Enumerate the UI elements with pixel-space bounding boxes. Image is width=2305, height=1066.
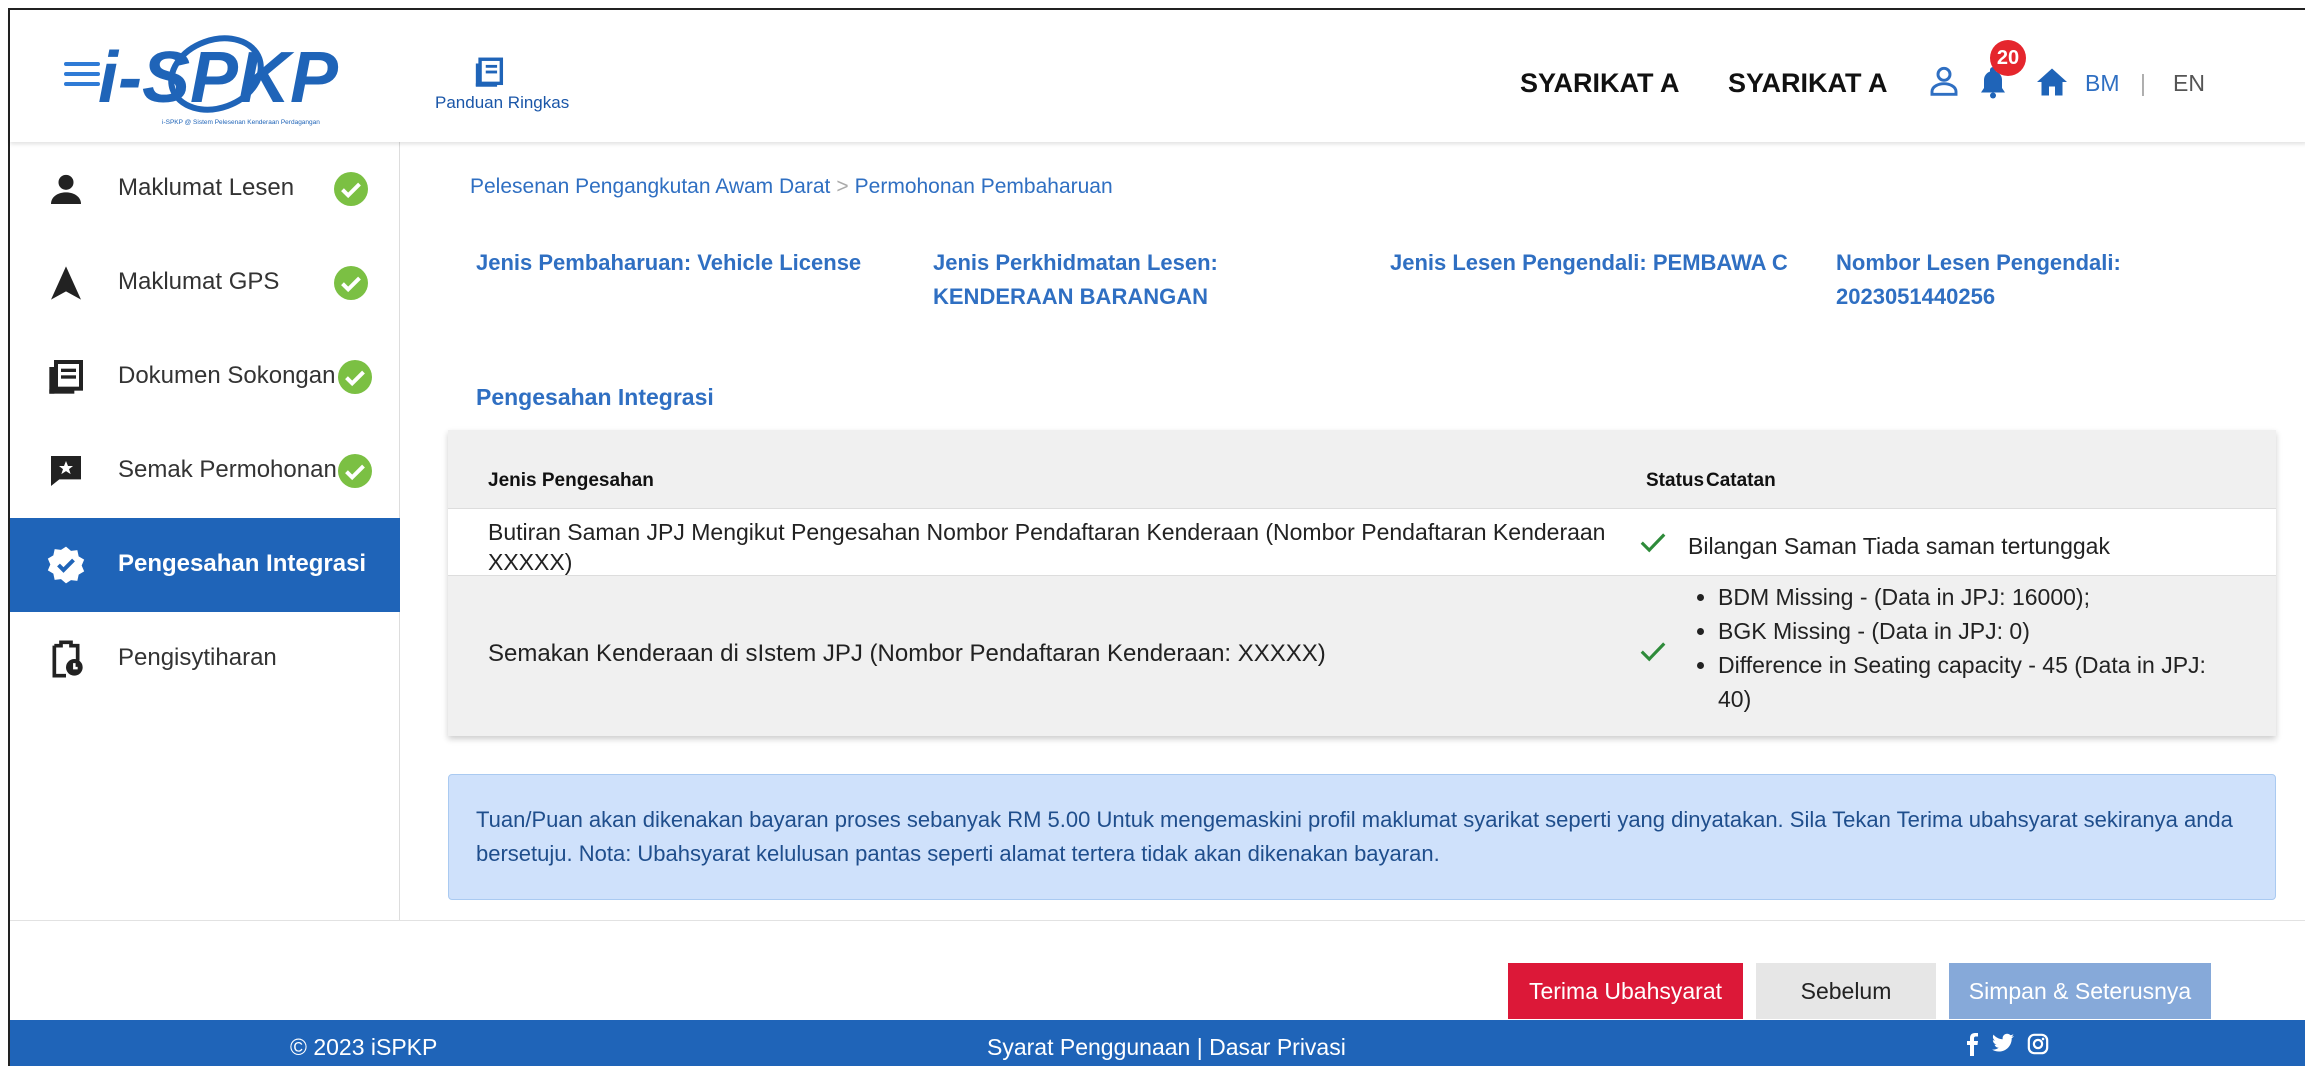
operator-license-number-label: Nombor Lesen Pengendali:	[1836, 250, 2121, 275]
main-content: Pelesenan Pengangkutan Awam Darat > Permoh…	[400, 142, 2305, 920]
notification-badge: 20	[1990, 40, 2026, 76]
service-type-label: Jenis Perkhidmatan Lesen:	[933, 250, 1218, 275]
quick-guide-link[interactable]: Panduan Ringkas	[435, 55, 595, 113]
company-name-1: SYARIKAT A	[1520, 68, 1680, 98]
save-next-button[interactable]: Simpan & Seterusnya	[1949, 963, 2211, 1019]
verified-badge-icon	[47, 546, 85, 584]
column-header-notes: Catatan	[1706, 470, 1776, 491]
lang-separator: |	[2140, 70, 2146, 96]
section-title: Pengesahan Integrasi	[476, 384, 714, 410]
sidebar-item-label: Semak Permohonan	[118, 456, 337, 483]
review-chat-icon	[51, 456, 81, 486]
home-icon[interactable]	[2033, 64, 2071, 100]
action-bar: Terima Ubahsyarat Sebelum Simpan & Seter…	[10, 920, 2305, 1020]
operator-license-type: Jenis Lesen Pengendali: PEMBAWA C	[1390, 250, 1788, 275]
list-item: BGK Missing - (Data in JPJ: 0)	[1718, 614, 2238, 648]
operator-license-number: Nombor Lesen Pengendali: 2023051440256	[1836, 246, 2276, 314]
previous-button[interactable]: Sebelum	[1756, 963, 1936, 1019]
breadcrumb: Pelesenan Pengangkutan Awam Darat > Permoh…	[470, 175, 1113, 199]
user-icon[interactable]	[1928, 64, 1960, 98]
row-notes-text: Bilangan Saman Tiada saman tertunggak	[1688, 533, 2110, 559]
row-type-text: Butiran Saman JPJ Mengikut Pengesahan No…	[488, 519, 1606, 575]
sidebar-item-dokumen-sokongan[interactable]: Dokumen Sokongan	[10, 330, 400, 424]
breadcrumb-separator: >	[836, 175, 849, 198]
service-type: Jenis Perkhidmatan Lesen: KENDERAAN BARA…	[933, 246, 1333, 314]
fee-notice-text: Tuan/Puan akan dikenakan bayaran proses …	[476, 807, 2233, 866]
sidebar-item-label: Dokumen Sokongan	[118, 362, 336, 389]
sidebar-item-label: Pengesahan Integrasi	[118, 550, 367, 577]
fee-notice: Tuan/Puan akan dikenakan bayaran proses …	[448, 774, 2276, 900]
sidebar-item-semak-permohonan[interactable]: Semak Permohonan	[10, 424, 400, 518]
navigation-arrow-icon	[51, 266, 81, 300]
social-links	[1965, 1032, 2049, 1056]
integration-table: Jenis Pengesahan Status Catatan Butiran …	[448, 430, 2276, 736]
list-item: BDM Missing - (Data in JPJ: 16000);	[1718, 580, 2238, 614]
row-notes-list: BDM Missing - (Data in JPJ: 16000); BGK …	[1718, 580, 2238, 716]
sidebar-item-label: Pengisytiharan	[118, 644, 277, 671]
check-circle-icon	[334, 266, 368, 300]
sidebar-item-pengesahan-integrasi[interactable]: Pengesahan Integrasi	[10, 518, 400, 612]
clipboard-clock-icon	[52, 640, 83, 678]
service-type-value: KENDERAAN BARANGAN	[933, 284, 1208, 309]
lang-bm-button[interactable]: BM	[2085, 70, 2120, 97]
company-name-2[interactable]: SYARIKAT A	[1728, 68, 1888, 99]
menu-icon[interactable]	[64, 62, 100, 88]
guide-book-icon	[475, 57, 504, 87]
sidebar-item-label: Maklumat GPS	[118, 268, 280, 295]
app-frame: i-SPKP i-SPKP @ Sistem Pelesenan Kendera…	[8, 8, 2305, 1066]
app-logo[interactable]: i-SPKP i-SPKP @ Sistem Pelesenan Kendera…	[96, 24, 426, 134]
twitter-icon[interactable]	[1991, 1033, 2015, 1055]
sidebar-item-label: Maklumat Lesen	[118, 174, 295, 201]
check-circle-icon	[338, 454, 372, 488]
person-icon	[51, 174, 81, 204]
list-item: Difference in Seating capacity - 45 (Dat…	[1718, 648, 2238, 716]
renewal-type: Jenis Pembaharuan: Vehicle License	[476, 250, 862, 275]
top-header: i-SPKP i-SPKP @ Sistem Pelesenan Kendera…	[10, 10, 2305, 142]
breadcrumb-current: Permohonan Pembaharuan	[854, 175, 1113, 198]
column-header-status: Status	[1646, 470, 1705, 491]
column-header-type: Jenis Pengesahan	[488, 470, 654, 491]
instagram-icon[interactable]	[2027, 1033, 2049, 1055]
copyright-text: © 2023 iSPKP	[290, 1034, 438, 1060]
lang-en-button[interactable]: EN	[2173, 70, 2205, 97]
status-check-icon	[1640, 533, 1666, 553]
facebook-icon[interactable]	[1965, 1032, 1979, 1056]
table-row: Butiran Saman JPJ Mengikut Pengesahan No…	[448, 508, 2276, 576]
document-icon	[49, 360, 83, 394]
guide-label: Panduan Ringkas	[435, 93, 570, 112]
check-circle-icon	[338, 360, 372, 394]
sidebar: Maklumat Lesen Maklumat GPS Dokumen Soko…	[10, 142, 400, 920]
sidebar-item-maklumat-lesen[interactable]: Maklumat Lesen	[10, 142, 400, 236]
status-check-icon	[1640, 642, 1666, 662]
sidebar-item-pengisytiharan[interactable]: Pengisytiharan	[10, 612, 400, 706]
breadcrumb-link-pelesenan[interactable]: Pelesenan Pengangkutan Awam Darat	[470, 175, 830, 198]
sidebar-item-maklumat-gps[interactable]: Maklumat GPS	[10, 236, 400, 330]
check-circle-icon	[334, 172, 368, 206]
row-type-text: Semakan Kenderaan di sIstem JPJ (Nombor …	[488, 640, 1326, 667]
logo-tagline: i-SPKP @ Sistem Pelesenan Kenderaan Perd…	[162, 119, 320, 126]
footer: © 2023 iSPKP Syarat Penggunaan | Dasar P…	[10, 1020, 2305, 1066]
accept-conditions-button[interactable]: Terima Ubahsyarat	[1508, 963, 1743, 1019]
operator-license-number-value: 2023051440256	[1836, 284, 1996, 309]
footer-links[interactable]: Syarat Penggunaan | Dasar Privasi	[987, 1034, 1346, 1061]
